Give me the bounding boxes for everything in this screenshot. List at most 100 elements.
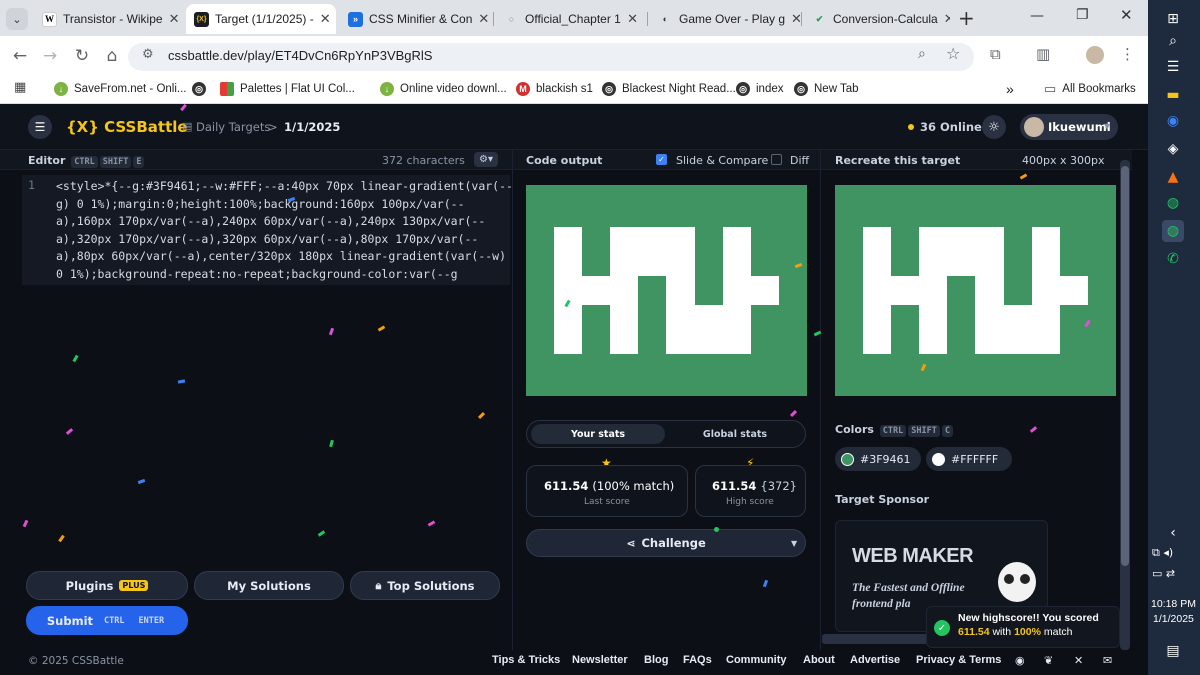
- bookmarks-overflow[interactable]: »: [1006, 80, 1014, 98]
- whatsapp-icon[interactable]: ✆: [1162, 248, 1184, 270]
- green-cut: [582, 227, 610, 276]
- tray-icons[interactable]: ⧉ ◂): [1152, 546, 1173, 560]
- close-icon[interactable]: ✕: [944, 11, 950, 27]
- notifications-icon[interactable]: ▤: [1162, 640, 1184, 662]
- tab-cssbattle-target[interactable]: {X} Target (1/1/2025) - ✕: [186, 4, 336, 34]
- diff-checkbox[interactable]: [771, 154, 782, 165]
- color-swatch: [841, 452, 854, 466]
- footer-link-privacy[interactable]: Privacy & Terms: [916, 654, 1001, 666]
- chevron-left-icon[interactable]: ‹: [1162, 522, 1184, 544]
- mail-icon[interactable]: ✉: [1103, 654, 1112, 667]
- breadcrumb-separator: >: [268, 120, 278, 134]
- site-info-icon[interactable]: ⚙: [142, 47, 154, 62]
- color-chip-green[interactable]: #3F9461: [835, 447, 921, 471]
- tray-icons[interactable]: ▭ ⇄: [1152, 567, 1175, 580]
- tab-game-over[interactable]: ◐ Game Over - Play g ✕: [650, 4, 800, 34]
- footer-link-about[interactable]: About: [803, 654, 835, 666]
- bluesky-icon[interactable]: ❦: [1044, 654, 1053, 667]
- bookmark-online-video[interactable]: ↓ Online video downl...: [380, 80, 507, 98]
- windows-start-icon[interactable]: ⊞: [1162, 8, 1184, 30]
- my-solutions-button[interactable]: My Solutions: [194, 571, 344, 600]
- restore-icon[interactable]: ❐: [1076, 7, 1089, 23]
- bookmark-star-icon[interactable]: ☆: [946, 44, 960, 63]
- horizontal-scrollbar[interactable]: [822, 634, 932, 644]
- extensions-icon[interactable]: ⧉: [990, 45, 1001, 63]
- footer-link-community[interactable]: Community: [726, 654, 787, 666]
- close-window-icon[interactable]: ✕: [1120, 6, 1133, 24]
- footer-link-tips[interactable]: Tips & Tricks: [492, 654, 560, 666]
- theme-toggle-icon[interactable]: ☼: [982, 115, 1006, 139]
- chrome-icon[interactable]: ◍: [1162, 192, 1184, 214]
- tab-transistor[interactable]: W Transistor - Wikipe ✕: [34, 4, 184, 34]
- bookmark-index[interactable]: ◎ index: [736, 80, 784, 98]
- bookmark-savefrom[interactable]: ↓ SaveFrom.net - Onli...: [54, 80, 186, 98]
- tab-css-minifier[interactable]: » CSS Minifier & Con ✕: [340, 4, 492, 34]
- clock-date[interactable]: 1/1/2025: [1153, 613, 1194, 625]
- target-size: 400px x 300px: [1022, 154, 1105, 167]
- new-tab-button[interactable]: +: [958, 6, 975, 30]
- reload-icon[interactable]: ↻: [72, 46, 92, 66]
- editor-settings-icon[interactable]: ⚙▾: [474, 152, 498, 167]
- footer-link-newsletter[interactable]: Newsletter: [572, 654, 628, 666]
- close-icon[interactable]: ✕: [478, 11, 489, 27]
- game-icon: ◐: [662, 14, 669, 24]
- app-icon[interactable]: ◈: [1162, 138, 1184, 160]
- close-icon[interactable]: ✕: [791, 11, 800, 27]
- tab-title: Game Over - Play g: [679, 12, 786, 26]
- breadcrumb-date: 1/1/2025: [284, 120, 341, 134]
- chevron-down-icon[interactable]: ▼: [791, 539, 797, 548]
- url-text[interactable]: cssbattle.dev/play/ET4DvCn6RpYnP3VBgRlS: [168, 48, 432, 63]
- bookmark-new-tab[interactable]: ◎ New Tab: [794, 80, 859, 98]
- footer-link-blog[interactable]: Blog: [644, 654, 668, 666]
- cssbattle-logo[interactable]: {X} CSSBattle: [66, 118, 188, 136]
- tab-your-stats[interactable]: Your stats: [531, 424, 665, 444]
- search-icon[interactable]: ⌕: [1162, 30, 1184, 52]
- reading-list-icon[interactable]: ▥: [1036, 45, 1050, 63]
- task-view-icon[interactable]: ☰: [1162, 56, 1184, 78]
- submit-button[interactable]: Submit CTRL ENTER: [26, 606, 188, 635]
- close-icon[interactable]: ✕: [627, 11, 638, 27]
- lock-icon: 🔒︎: [375, 578, 382, 592]
- tab-conversion-calculator[interactable]: ✔ Conversion-Calcula ✕: [804, 4, 950, 34]
- bookmark-palettes[interactable]: Palettes | Flat UI Col...: [220, 80, 355, 98]
- firefox-icon[interactable]: ◉: [1162, 110, 1184, 132]
- discord-icon[interactable]: ◉: [1015, 654, 1025, 667]
- back-icon[interactable]: ←: [10, 46, 30, 66]
- clock-time[interactable]: 10:18 PM: [1151, 598, 1196, 610]
- tab-global-stats[interactable]: Global stats: [668, 424, 802, 444]
- scrollbar-thumb[interactable]: [1121, 166, 1129, 566]
- tab-official-chapter[interactable]: ○ Official_Chapter 1 ✕: [496, 4, 646, 34]
- bookmark-globe[interactable]: ◎: [192, 80, 206, 98]
- bookmark-blackest-night[interactable]: ◎ Blackest Night Read...: [602, 80, 736, 98]
- slide-compare-checkbox[interactable]: ✓: [656, 154, 667, 165]
- zoom-icon[interactable]: ⌕: [918, 46, 926, 62]
- top-solutions-button[interactable]: 🔒︎ Top Solutions: [350, 571, 500, 600]
- apps-grid-icon[interactable]: ▦: [14, 80, 26, 95]
- copyright: © 2025 CSSBattle: [28, 655, 124, 667]
- x-icon[interactable]: ✕: [1074, 654, 1083, 667]
- success-check-icon: ✓: [934, 620, 950, 636]
- code-output-preview[interactable]: [526, 185, 807, 396]
- color-chip-white[interactable]: #FFFFFF: [926, 447, 1012, 471]
- plugins-button[interactable]: Plugins PLUS: [26, 571, 188, 600]
- footer-link-faqs[interactable]: FAQs: [683, 654, 712, 666]
- file-explorer-icon[interactable]: ▬: [1162, 84, 1184, 106]
- challenge-button[interactable]: ⋖ Challenge: [526, 529, 806, 557]
- tab-search-icon[interactable]: ⌄: [6, 8, 28, 30]
- breadcrumb-daily-targets[interactable]: Daily Targets: [196, 120, 270, 134]
- vlc-icon[interactable]: ▲: [1162, 166, 1184, 188]
- footer-link-advertise[interactable]: Advertise: [850, 654, 900, 666]
- bookmark-blackish[interactable]: Mblackish s1: [516, 80, 593, 98]
- minimize-icon[interactable]: —: [1030, 8, 1044, 24]
- hamburger-menu-icon[interactable]: ☰: [28, 115, 52, 139]
- globe-icon: ◎: [192, 82, 206, 96]
- home-icon[interactable]: ⌂: [102, 46, 122, 66]
- profile-avatar[interactable]: [1086, 46, 1104, 64]
- chrome-icon-active[interactable]: ◍: [1162, 220, 1184, 242]
- close-icon[interactable]: ✕: [169, 11, 180, 27]
- forward-icon[interactable]: →: [40, 46, 60, 66]
- wikipedia-icon: W: [42, 11, 57, 27]
- close-icon[interactable]: ✕: [320, 11, 331, 27]
- menu-dots-icon[interactable]: ⋮: [1120, 45, 1135, 63]
- all-bookmarks[interactable]: ▭ All Bookmarks: [1044, 80, 1136, 98]
